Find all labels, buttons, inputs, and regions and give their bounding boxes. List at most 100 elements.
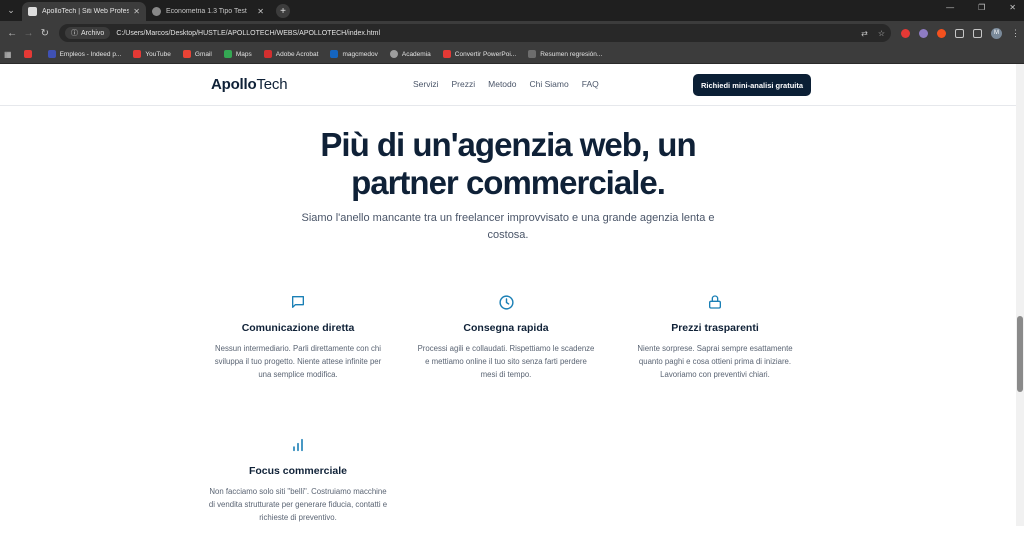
hero-title: Più di un'agenzia web, un partner commer… bbox=[0, 126, 1016, 202]
reload-icon[interactable]: ↻ bbox=[37, 28, 53, 39]
apps-grid-icon[interactable]: ▦ bbox=[4, 50, 12, 59]
bookmark-favicon-icon bbox=[23, 50, 32, 58]
bookmark-label: YouTube bbox=[145, 50, 171, 58]
bookmark-label: Adobe Acrobat bbox=[275, 50, 319, 58]
feature-title: Focus commerciale bbox=[248, 465, 348, 477]
bookmark-label: Gmail bbox=[194, 50, 212, 58]
close-tab-icon[interactable]: ✕ bbox=[257, 7, 264, 16]
academia-icon bbox=[389, 50, 398, 58]
apollotech-favicon-icon bbox=[28, 7, 37, 16]
extension-purple-icon[interactable] bbox=[918, 28, 928, 38]
tab-title: ApolloTech | Siti Web Profess... bbox=[42, 8, 130, 15]
acrobat-icon bbox=[263, 50, 272, 58]
bookmark-label: Convertir PowerPoi... bbox=[454, 50, 517, 58]
file-chip[interactable]: ⓘ Archivo bbox=[64, 27, 111, 39]
feature-text: Processi agili e collaudati. Rispettiamo… bbox=[417, 344, 595, 379]
bookmark-label: Maps bbox=[235, 50, 252, 58]
bookmark-item[interactable]: Convertir PowerPoi... bbox=[442, 50, 517, 58]
hero-title-line-2: partner commerciale. bbox=[351, 164, 666, 201]
bookmark-label: Resumen regresión... bbox=[540, 50, 603, 58]
browser-tab-strip: ⌄ ApolloTech | Siti Web Profess... ✕ Eco… bbox=[0, 0, 1024, 21]
main-nav: Servizi Prezzi Metodo Chi Siamo FAQ bbox=[413, 79, 599, 89]
feature-text: Nessun intermediario. Parli direttamente… bbox=[214, 344, 382, 379]
page-scrollbar[interactable] bbox=[1016, 64, 1024, 526]
maps-icon bbox=[223, 50, 232, 58]
feature-card: Focus commerciale Non facciamo solo siti… bbox=[208, 435, 388, 524]
extensions-area: M ⋮ bbox=[900, 27, 1020, 39]
feature-card: Consegna rapida Processi agili e collaud… bbox=[416, 292, 596, 381]
page-viewport: ApolloTech Servizi Prezzi Metodo Chi Sia… bbox=[0, 64, 1024, 526]
extension-red-icon[interactable] bbox=[900, 28, 910, 38]
tab-apollotech[interactable]: ApolloTech | Siti Web Profess... ✕ bbox=[22, 2, 146, 21]
scrollbar-thumb[interactable] bbox=[1017, 316, 1023, 392]
omnibox-icons: ⇄ ☆ bbox=[861, 29, 885, 38]
nav-servizi[interactable]: Servizi bbox=[413, 79, 439, 89]
gmail-icon bbox=[182, 50, 191, 58]
bookmark-favicon-icon bbox=[47, 50, 56, 58]
bookmark-item[interactable]: Resumen regresión... bbox=[528, 50, 602, 58]
tab-search-icon[interactable]: ⌄ bbox=[0, 0, 22, 21]
bookmark-favicon-icon bbox=[442, 50, 451, 58]
site-logo[interactable]: ApolloTech bbox=[211, 76, 288, 93]
bookmark-favicon-icon bbox=[330, 50, 339, 58]
tab-favicon-icon bbox=[152, 7, 161, 16]
bookmark-item[interactable]: Gmail bbox=[182, 50, 212, 58]
close-tab-icon[interactable]: ✕ bbox=[133, 7, 140, 16]
bookmark-label: Academia bbox=[401, 50, 431, 58]
bookmark-item[interactable]: Adobe Acrobat bbox=[263, 50, 319, 58]
window-controls: — ❐ ✕ bbox=[946, 3, 1016, 12]
address-bar[interactable]: ⓘ Archivo C:/Users/Marcos/Desktop/HUSTLE/… bbox=[58, 24, 891, 42]
bookmark-item[interactable]: Maps bbox=[223, 50, 252, 58]
site-header: ApolloTech Servizi Prezzi Metodo Chi Sia… bbox=[0, 64, 1024, 106]
hero-title-line-1: Più di un'agenzia web, un bbox=[320, 126, 696, 163]
bookmark-label: Empleos - Indeed p... bbox=[59, 50, 122, 58]
bookmark-item[interactable]: Academia bbox=[389, 50, 431, 58]
close-window-icon[interactable]: ✕ bbox=[1009, 3, 1016, 12]
star-icon[interactable]: ☆ bbox=[878, 29, 885, 38]
logo-bold: Apollo bbox=[211, 76, 257, 93]
bookmark-item[interactable] bbox=[23, 50, 36, 58]
tab-econometria[interactable]: Econometria 1.3 Tipo Test ✕ bbox=[146, 2, 270, 21]
sidepanel-icon[interactable] bbox=[972, 28, 982, 38]
chip-label: Archivo bbox=[80, 29, 105, 37]
youtube-icon bbox=[133, 50, 142, 58]
nav-faq[interactable]: FAQ bbox=[582, 79, 599, 89]
tab-title: Econometria 1.3 Tipo Test bbox=[166, 8, 247, 15]
translate-icon[interactable]: ⇄ bbox=[861, 29, 868, 38]
bookmarks-bar: ▦ Empleos - Indeed p... YouTube Gmail Ma… bbox=[0, 45, 1024, 64]
feature-card: Prezzi trasparenti Niente sorprese. Sapr… bbox=[625, 292, 805, 381]
feature-text: Niente sorprese. Saprai sempre esattamen… bbox=[637, 344, 793, 379]
extensions-puzzle-icon[interactable] bbox=[954, 28, 964, 38]
feature-title: Consegna rapida bbox=[463, 322, 549, 334]
info-icon: ⓘ bbox=[70, 30, 78, 37]
menu-kebab-icon[interactable]: ⋮ bbox=[1011, 28, 1020, 39]
logo-light: Tech bbox=[256, 76, 288, 93]
bookmark-label: magcmedov bbox=[342, 50, 378, 58]
bar-chart-icon bbox=[208, 435, 388, 455]
bookmark-item[interactable]: YouTube bbox=[133, 50, 171, 58]
feature-card: Comunicazione diretta Nessun intermediar… bbox=[208, 292, 388, 381]
feature-title: Prezzi trasparenti bbox=[671, 322, 759, 334]
profile-avatar[interactable]: M bbox=[990, 27, 1002, 39]
forward-icon[interactable]: → bbox=[20, 28, 36, 39]
minimize-icon[interactable]: — bbox=[946, 3, 954, 12]
new-tab-button[interactable]: + bbox=[276, 4, 290, 18]
back-icon[interactable]: ← bbox=[4, 28, 20, 39]
bookmark-item[interactable]: magcmedov bbox=[330, 50, 378, 58]
hero-subtitle: Siamo l'anello mancante tra un freelance… bbox=[301, 212, 715, 241]
cta-button[interactable]: Richiedi mini-analisi gratuita bbox=[693, 74, 811, 96]
extension-orange-icon[interactable] bbox=[936, 28, 946, 38]
restore-icon[interactable]: ❐ bbox=[978, 3, 985, 12]
browser-toolbar: ← → ↻ ⓘ Archivo C:/Users/Marcos/Desktop/H… bbox=[0, 21, 1024, 45]
bookmark-item[interactable]: Empleos - Indeed p... bbox=[47, 50, 122, 58]
chat-bubble-icon bbox=[208, 292, 388, 312]
feature-title: Comunicazione diretta bbox=[241, 322, 355, 334]
url-text[interactable]: C:/Users/Marcos/Desktop/HUSTLE/APOLLOTEC… bbox=[116, 30, 861, 37]
feature-text: Non facciamo solo siti "belli". Costruia… bbox=[208, 487, 388, 522]
bookmark-favicon-icon bbox=[528, 50, 537, 58]
nav-chi-siamo[interactable]: Chi Siamo bbox=[530, 79, 569, 89]
clock-icon bbox=[416, 292, 596, 312]
nav-metodo[interactable]: Metodo bbox=[488, 79, 516, 89]
nav-prezzi[interactable]: Prezzi bbox=[452, 79, 476, 89]
lock-icon bbox=[625, 292, 805, 312]
